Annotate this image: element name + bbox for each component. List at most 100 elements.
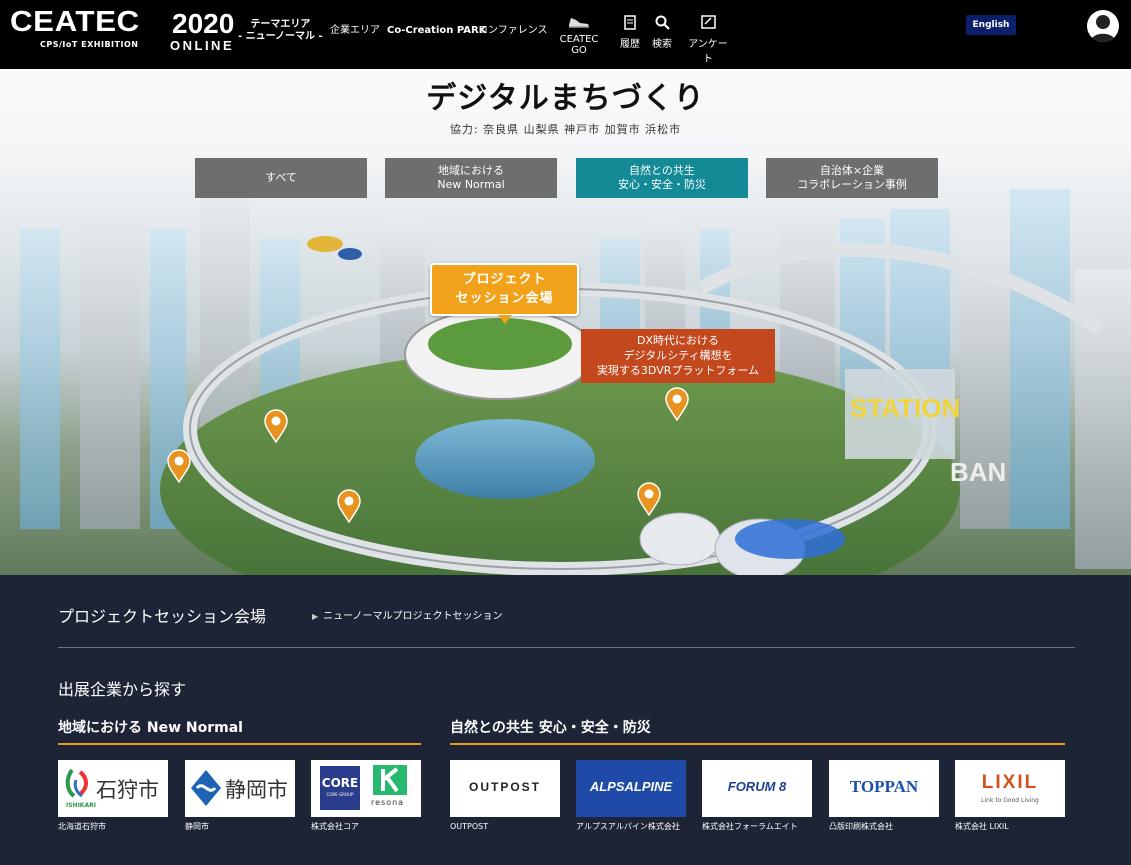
nav-ceatec-go-label: CEATEC GO — [559, 34, 599, 56]
exhibitor-logo: LIXIL Link to Good Living — [955, 760, 1065, 817]
station-sign: STATION — [850, 393, 960, 423]
nav-theme-label: テーマエリア — [250, 19, 311, 30]
exhibitor-logo: ISHIKARI 石狩市 — [58, 760, 168, 817]
exhibitor-name: OUTPOST — [450, 822, 489, 831]
exhibitor-card-alpsalpine[interactable]: ALPSALPINE アルプスアルパイン株式会社 — [576, 760, 686, 832]
nav-ceatec-go[interactable]: CEATEC GO — [553, 15, 605, 56]
exhibitor-name: 北海道石狩市 — [58, 822, 106, 831]
tab-regional-new-normal[interactable]: 地域における New Normal — [385, 158, 557, 198]
exhibitor-name: 株式会社フォーラムエイト — [702, 822, 798, 831]
new-normal-project-session-link[interactable]: ▶ ニューノーマルプロジェクトセッション — [312, 607, 503, 622]
tab-label-line2: 安心・安全・防災 — [618, 178, 706, 191]
callout-line2: セッション会場 — [455, 291, 554, 306]
logo-text: 石狩市 — [96, 778, 159, 802]
global-header: CEATEC 2020 CPS/IoT EXHIBITION ONLINE テー… — [0, 0, 1131, 69]
divider — [58, 647, 1075, 648]
nav-history-label: 履歴 — [620, 39, 640, 50]
cooperation-text: 協力: 奈良県 山梨県 神戸市 加賀市 浜松市 — [449, 123, 682, 136]
logo-text: ALPSALPINE — [589, 779, 673, 794]
nav-history[interactable]: 履歴 — [619, 15, 641, 50]
category-heading-regional: 地域における New Normal — [58, 720, 243, 736]
logo-text: FORUM 8 — [727, 779, 787, 794]
category-heading-nature-safety: 自然との共生 安心・安全・防災 — [450, 720, 651, 736]
nav-search[interactable]: 検索 — [651, 15, 673, 50]
core-logo-block: CORE CORE GROUP — [320, 766, 360, 810]
logo-text: CORE — [321, 776, 359, 790]
exhibitor-logo: 静岡市 — [185, 760, 295, 817]
logo-text: OUTPOST — [468, 780, 541, 794]
search-icon — [651, 15, 673, 33]
logo-subtext: CORE GROUP — [326, 792, 354, 797]
exhibitor-name: アルプスアルパイン株式会社 — [576, 822, 680, 831]
exhibitor-card-lixil[interactable]: LIXIL Link to Good Living 株式会社 LIXIL — [955, 760, 1065, 832]
exhibitor-name: 静岡市 — [185, 822, 209, 831]
sneaker-icon — [553, 15, 605, 32]
user-avatar-icon[interactable] — [1087, 10, 1119, 42]
ceatec-logo[interactable]: CEATEC 2020 CPS/IoT EXHIBITION ONLINE — [10, 6, 234, 54]
resona-k-icon — [373, 765, 407, 795]
nav-theme-area[interactable]: テーマエリア - ニューノーマル - — [238, 19, 323, 43]
chevron-right-icon: ▶ — [312, 612, 319, 621]
nav-cocreation-park[interactable]: Co-Creation PARK — [387, 25, 486, 37]
category-underline — [58, 743, 421, 745]
map-pin-icon[interactable] — [167, 449, 191, 484]
map-pin-icon[interactable] — [337, 489, 361, 524]
exhibitor-logo: FORUM 8 — [702, 760, 812, 817]
dx-3dvr-platform-callout[interactable]: DX時代における デジタルシティ構想を 実現する3DVRプラットフォーム — [581, 329, 775, 383]
exhibitor-card-forum8[interactable]: FORUM 8 株式会社フォーラムエイト — [702, 760, 812, 832]
exhibitor-name: 凸版印刷株式会社 — [829, 822, 893, 831]
logo-year: 2020 — [172, 8, 235, 39]
tab-label-line2: New Normal — [437, 178, 505, 191]
exhibitor-logo: CORE CORE GROUP resona — [311, 760, 421, 817]
exhibitor-card-outpost[interactable]: OUTPOST OUTPOST — [450, 760, 560, 832]
page-title: デジタルまちづくり — [426, 81, 705, 116]
tab-all-label: すべて — [265, 171, 297, 184]
tab-municipality-collab[interactable]: 自治体×企業 コラボレーション事例 — [766, 158, 938, 198]
history-book-icon — [619, 15, 641, 33]
callout-line1: プロジェクト — [462, 272, 547, 287]
nav-theme-sublabel: - ニューノーマル - — [238, 31, 323, 42]
tab-label-line1: 自治体×企業 — [819, 164, 885, 177]
logo-text-2: resona — [371, 798, 405, 807]
map-pin-icon[interactable] — [264, 409, 288, 444]
callout-line1: DX時代における — [636, 334, 719, 347]
nav-search-label: 検索 — [652, 39, 672, 50]
exhibitor-logo: TOPPAN — [829, 760, 939, 817]
callout-line2: デジタルシティ構想を — [623, 349, 733, 362]
logo-text: LIXIL — [981, 772, 1039, 793]
logo-subtitle: CPS/IoT EXHIBITION — [40, 40, 139, 49]
nav-survey[interactable]: アンケート — [684, 15, 732, 65]
session-link-label: ニューノーマルプロジェクトセッション — [323, 611, 503, 622]
map-pin-icon[interactable] — [665, 387, 689, 422]
search-exhibitors-heading: 出展企業から探す — [58, 680, 187, 699]
tab-nature-safety[interactable]: 自然との共生 安心・安全・防災 — [576, 158, 748, 198]
exhibitor-name: 株式会社コア — [311, 822, 359, 831]
city-illustration: STATION BAN — [20, 189, 1131, 575]
callout-line3: 実現する3DVRプラットフォーム — [596, 364, 760, 377]
nav-survey-label: アンケート — [688, 39, 728, 65]
tab-label-line1: 地域における — [438, 164, 504, 177]
logo-online: ONLINE — [170, 38, 235, 53]
english-language-button[interactable]: English — [966, 15, 1016, 35]
exhibitor-card-toppan[interactable]: TOPPAN 凸版印刷株式会社 — [829, 760, 939, 832]
bank-sign: BAN — [950, 457, 1006, 487]
logo-text: TOPPAN — [849, 777, 919, 796]
exhibitor-section: プロジェクトセッション会場 ▶ ニューノーマルプロジェクトセッション 出展企業から… — [0, 575, 1131, 865]
ishikari-emblem-icon — [65, 768, 88, 798]
tab-label-line2: コラボレーション事例 — [797, 178, 907, 191]
exhibitor-card-core[interactable]: CORE CORE GROUP resona 株式会社コア — [311, 760, 421, 832]
city-map-hero: STATION BAN デジタルまちづくり 協力: 奈良県 山梨県 神戸市 加賀… — [0, 69, 1131, 575]
nav-conference[interactable]: コンファレンス — [478, 25, 548, 37]
exhibitor-logo: OUTPOST — [450, 760, 560, 817]
logo-text: 静岡市 — [225, 778, 288, 802]
logo-subtext: ISHIKARI — [66, 802, 96, 809]
exhibitor-card-shizuoka[interactable]: 静岡市 静岡市 — [185, 760, 295, 832]
survey-icon — [684, 15, 732, 33]
exhibitor-card-ishikari[interactable]: ISHIKARI 石狩市 北海道石狩市 — [58, 760, 168, 832]
exhibitor-logo: ALPSALPINE — [576, 760, 686, 817]
tab-all[interactable]: すべて — [195, 158, 367, 198]
nav-company-area[interactable]: 企業エリア — [330, 25, 380, 37]
project-session-venue-callout[interactable]: プロジェクト セッション会場 — [430, 263, 579, 324]
map-pin-icon[interactable] — [637, 482, 661, 517]
logo-brand: CEATEC — [10, 6, 140, 38]
